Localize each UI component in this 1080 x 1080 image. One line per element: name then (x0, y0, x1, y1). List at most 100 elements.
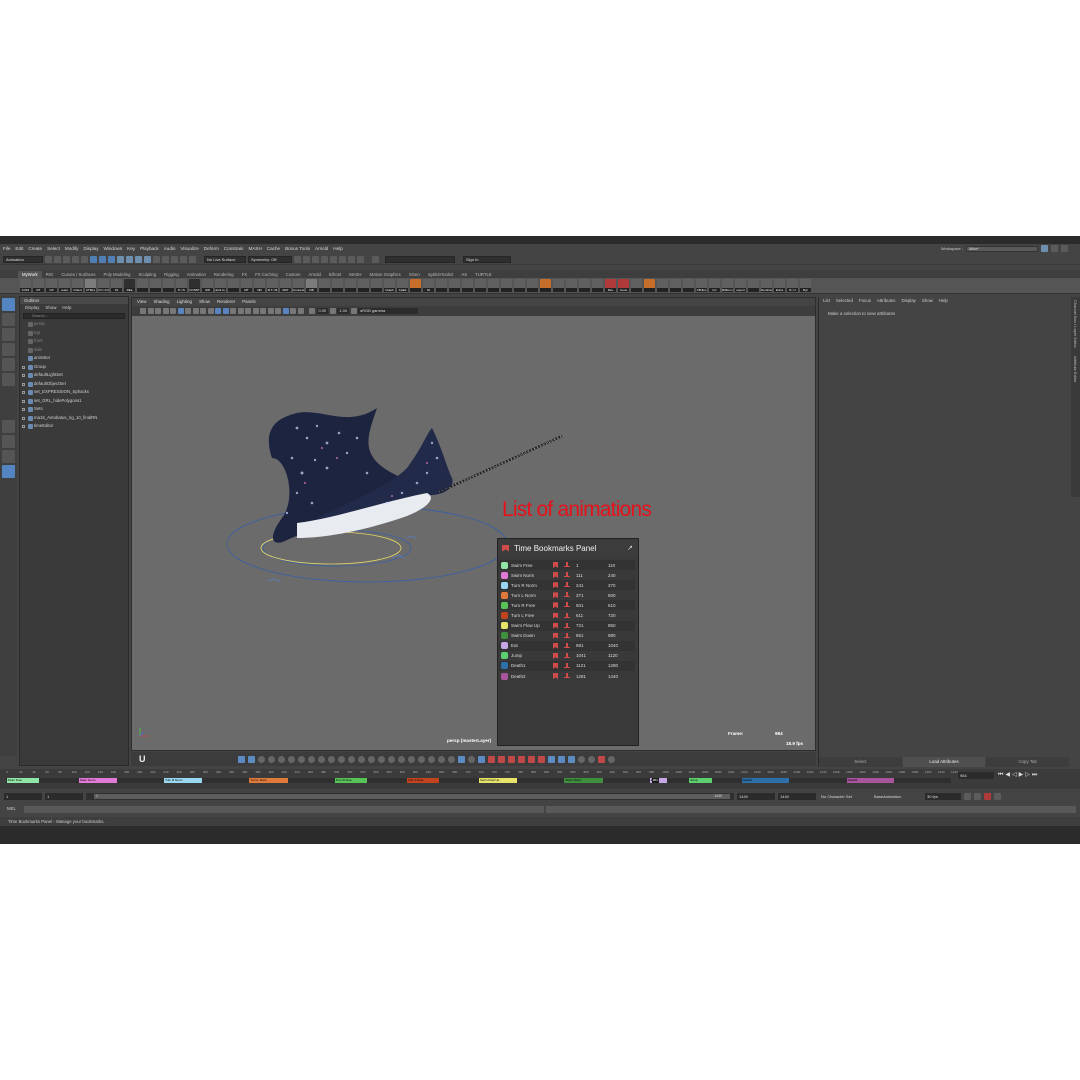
shadows-icon[interactable] (252, 308, 259, 314)
xray-icon[interactable] (290, 308, 296, 314)
shelf-button-const-icon[interactable]: CONST (189, 279, 200, 292)
bookmark-name[interactable]: Swim Flow Up (511, 623, 549, 628)
playback-start-field[interactable]: 1 (45, 792, 83, 800)
render-settings-icon[interactable] (321, 255, 328, 263)
ae-menu-show[interactable]: Show (922, 297, 933, 305)
menu-visualize[interactable]: Visualize (180, 246, 198, 251)
euler-icon[interactable] (467, 755, 475, 763)
shelf-button-40-icon[interactable] (540, 279, 551, 292)
bookmark-row[interactable]: Death1 1121 1280 (499, 660, 635, 672)
snap-view-icon[interactable] (180, 255, 187, 263)
bookmark-color-swatch[interactable] (501, 632, 508, 640)
workspace-dropdown[interactable]: Mike* (966, 245, 1038, 252)
outliner-item[interactable]: animBot (20, 354, 128, 363)
outliner-item[interactable]: timeEditor (20, 422, 128, 431)
mask-icon[interactable] (117, 255, 124, 263)
expand-icon[interactable] (22, 425, 25, 428)
shelf-button-nl-icon[interactable]: Nl (423, 279, 434, 292)
dot-15-icon[interactable] (417, 755, 425, 763)
shelf-button-43-icon[interactable] (579, 279, 590, 292)
outliner-item[interactable]: defaultObjectSet (20, 380, 128, 389)
playback-end-field[interactable]: 1440 (737, 792, 775, 800)
shelf-button-9-icon[interactable] (137, 279, 148, 292)
snap-live-icon[interactable] (189, 255, 196, 263)
onion-icon[interactable] (477, 755, 485, 763)
menu-modify[interactable]: Modify (65, 246, 79, 251)
bookmark-delete-icon[interactable] (537, 755, 545, 763)
undo-icon[interactable] (72, 255, 79, 263)
arnold-render-icon[interactable] (339, 255, 346, 263)
shelf-button-js-icon[interactable]: JS (111, 279, 122, 292)
bookmark-row[interactable]: Swim Free 1 110 (499, 560, 635, 571)
bookmark-color-swatch[interactable] (501, 591, 508, 599)
shelf-button-ribbon-cv-dup-icon[interactable]: Ribbon cv->dup (722, 279, 733, 292)
shelf-button-reset-icon[interactable]: reset (59, 279, 70, 292)
shelf-button-connect-icon[interactable]: Connect (293, 279, 304, 292)
anim-layer-dropdown[interactable]: BaseAnimation (872, 792, 922, 800)
select-hierarchy-icon[interactable] (90, 255, 97, 263)
bookmark-name[interactable]: Swim Free (511, 563, 549, 568)
outliner-menu-help[interactable]: Help (62, 304, 71, 312)
viewport-menu-renderer[interactable]: Renderer (217, 298, 235, 306)
shelf-button-0-001-icon[interactable]: 0.001 (20, 279, 31, 292)
motion-blur-icon[interactable] (267, 308, 274, 314)
lasso-tool-icon[interactable] (2, 313, 15, 326)
bookmark-icon[interactable] (553, 602, 558, 609)
play-icon[interactable]: ▶ (1019, 772, 1024, 779)
select-button[interactable]: Select (819, 757, 902, 767)
color-management-icon[interactable] (350, 308, 357, 314)
viewport-menu-show[interactable]: Show (199, 298, 210, 306)
shelf-button-mt-icon[interactable]: MT (241, 279, 252, 292)
default-material-icon[interactable] (230, 308, 236, 314)
timeline-bookmark[interactable]: Turn L Norm (249, 778, 288, 783)
bookmark-icon[interactable] (553, 642, 558, 649)
antialias-icon[interactable] (275, 308, 281, 314)
dot-3-icon[interactable] (297, 755, 305, 763)
load-attributes-button[interactable]: Load Attributes (902, 757, 986, 767)
image-plane-icon[interactable] (162, 308, 169, 314)
bookmark-icon[interactable] (553, 562, 558, 569)
bookmark-row[interactable]: Swim Down 851 980 (499, 630, 635, 641)
menu-select[interactable]: Select (47, 246, 60, 251)
bookmark-icon[interactable] (553, 652, 558, 659)
set-range-icon[interactable] (564, 612, 570, 619)
select-tool-icon[interactable] (2, 298, 15, 311)
shelf-button-56-icon[interactable] (748, 279, 759, 292)
new-scene-icon[interactable] (45, 255, 52, 263)
set-range-icon[interactable] (564, 592, 570, 598)
window-icon[interactable] (1061, 245, 1068, 252)
step-forward-icon[interactable]: ▷ (1025, 772, 1030, 779)
shelf-button-cped-icon[interactable]: CpEd (397, 279, 408, 292)
menu-bonus-tools[interactable]: Bonus Tools (285, 246, 310, 251)
gamma-field[interactable]: 1.00 (337, 308, 350, 314)
timeline-bookmark[interactable]: Swim Norm (78, 778, 117, 783)
shelf-tab-rigging[interactable]: Rigging (160, 271, 183, 278)
menu-key[interactable]: Key (127, 246, 135, 251)
ae-menu-display[interactable]: Display (901, 297, 915, 305)
set-range-icon[interactable] (564, 662, 570, 669)
key-tool-2-icon[interactable] (247, 755, 255, 763)
input-field[interactable] (385, 255, 455, 263)
shelf-tab-mash[interactable]: MASH (345, 271, 365, 278)
ae-menu-focus[interactable]: Focus (859, 297, 871, 305)
shelf-tab-animation[interactable]: Animation (183, 271, 210, 278)
menu-create[interactable]: Create (28, 246, 42, 251)
tab-attribute-editor[interactable]: Attribute Editor (1073, 356, 1078, 382)
search-icon[interactable] (607, 755, 615, 763)
sign-in-dropdown[interactable]: Sign In (463, 255, 511, 263)
menu-windows[interactable]: Windows (104, 246, 123, 251)
input-line-icon[interactable] (372, 255, 379, 263)
gamma-icon[interactable] (329, 308, 336, 314)
bookmark-row[interactable]: Swim Flow Up 721 850 (499, 620, 635, 631)
shelf-button-32-icon[interactable] (436, 279, 447, 292)
viewport-menu-lighting[interactable]: Lighting (177, 298, 192, 306)
shelf-tab-motion-graphics[interactable]: Motion Graphics (365, 271, 404, 278)
outliner-item[interactable]: Group (20, 363, 128, 372)
snap-curve-icon[interactable] (162, 255, 169, 263)
color-space-dropdown[interactable]: sRGB gamma (358, 308, 419, 314)
bookmark-panel-icon[interactable] (517, 755, 525, 763)
paint-select-icon[interactable] (2, 328, 15, 341)
shelf-button-30-icon[interactable] (410, 279, 421, 292)
outliner-item[interactable]: ma15_Aetobatus_rig_10_finalRN (20, 414, 128, 423)
fps-dropdown[interactable]: 30 fps (925, 792, 961, 800)
